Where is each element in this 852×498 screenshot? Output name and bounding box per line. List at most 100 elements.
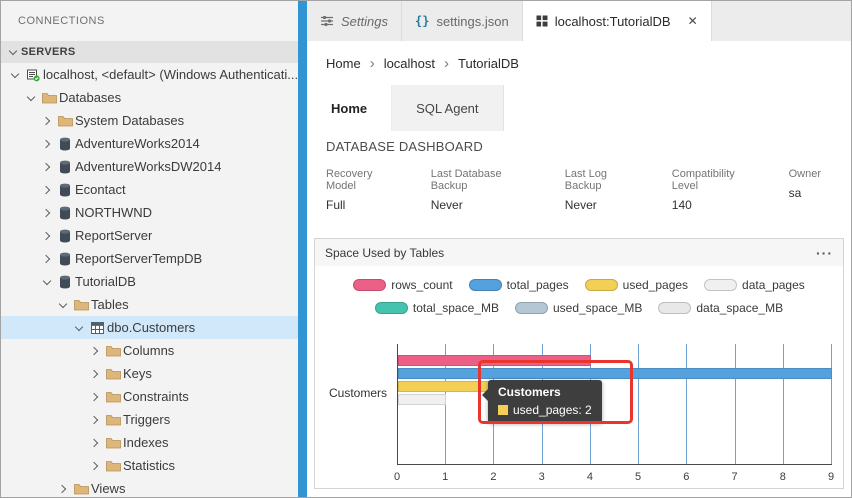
chevron-right-icon[interactable]	[87, 412, 103, 428]
tree-item-label: Statistics	[123, 458, 176, 473]
gridline	[686, 344, 688, 464]
tree-item-label: Econtact	[75, 182, 126, 197]
servers-section-header[interactable]: SERVERS	[1, 41, 298, 63]
folder-icon	[103, 460, 123, 472]
tab-localhost-tutorialdb[interactable]: localhost:TutorialDB ✕	[522, 1, 712, 41]
database-icon	[55, 206, 75, 220]
tree-item-reportserver[interactable]: ReportServer	[1, 224, 298, 247]
tree-item-label: localhost, <default> (Windows Authentica…	[43, 67, 298, 82]
chevron-down-icon[interactable]	[39, 274, 55, 290]
dashboard-icon	[536, 15, 548, 27]
legend-swatch	[514, 302, 548, 314]
tree-item-statistics[interactable]: Statistics	[1, 454, 298, 477]
folder-icon	[55, 115, 75, 127]
folder-icon	[103, 437, 123, 449]
chevron-down-icon[interactable]	[7, 67, 23, 83]
chevron-right-icon[interactable]	[39, 182, 55, 198]
tree-item-indexes[interactable]: Indexes	[1, 431, 298, 454]
chevron-right-icon[interactable]	[39, 251, 55, 267]
tree-item-constraints[interactable]: Constraints	[1, 385, 298, 408]
tree-item-system-databases[interactable]: System Databases	[1, 109, 298, 132]
tree-item-label: Tables	[91, 297, 129, 312]
chevron-right-icon: ›	[444, 54, 449, 72]
close-tab-icon[interactable]: ✕	[688, 14, 698, 28]
tree-item-localhost-default-windows-authenticati[interactable]: localhost, <default> (Windows Authentica…	[1, 63, 298, 86]
chevron-right-icon[interactable]	[39, 228, 55, 244]
chevron-right-icon[interactable]	[87, 435, 103, 451]
property-label: Compatibility Level	[671, 168, 735, 192]
folder-icon	[103, 345, 123, 357]
property-value: Full	[326, 198, 346, 212]
legend-item-used-space-mb: used_space_MB	[514, 301, 642, 315]
chevron-down-icon[interactable]	[71, 320, 87, 336]
chevron-right-icon[interactable]	[87, 389, 103, 405]
tree-item-columns[interactable]: Columns	[1, 339, 298, 362]
database-icon	[55, 183, 75, 197]
tab-label: Settings	[341, 13, 388, 29]
folder-icon	[71, 483, 91, 495]
chevron-down-icon[interactable]	[23, 90, 39, 106]
tab-sql-agent[interactable]: SQL Agent	[392, 85, 504, 131]
property-label: Last Log Backup	[564, 168, 607, 192]
x-tick-label: 3	[538, 471, 545, 483]
tree-item-label: Columns	[123, 343, 175, 358]
legend-row-2: total_space_MB used_space_MB data_space_MB	[315, 301, 843, 315]
tree-item-adventureworks2014[interactable]: AdventureWorks2014	[1, 132, 298, 155]
property-value: sa	[788, 186, 802, 200]
x-tick-label: 2	[490, 471, 497, 483]
tab-home[interactable]: Home	[307, 85, 393, 131]
breadcrumb-localhost[interactable]: localhost	[384, 56, 435, 71]
database-icon	[55, 137, 75, 151]
settings-sliders-icon	[320, 15, 334, 27]
tree-item-triggers[interactable]: Triggers	[1, 408, 298, 431]
tree-item-label: ReportServerTempDB	[75, 251, 203, 266]
chevron-right-icon[interactable]	[87, 343, 103, 359]
chevron-right-icon[interactable]	[39, 159, 55, 175]
tree-item-dbo-customers[interactable]: dbo.Customers	[1, 316, 298, 339]
tree-item-reportservertempdb[interactable]: ReportServerTempDB	[1, 247, 298, 270]
tree-item-keys[interactable]: Keys	[1, 362, 298, 385]
chevron-down-icon[interactable]	[55, 297, 71, 313]
chevron-right-icon[interactable]	[87, 458, 103, 474]
tab-home-label: Home	[331, 100, 368, 116]
tree-item-tables[interactable]: Tables	[1, 293, 298, 316]
tab-settings[interactable]: Settings	[307, 1, 402, 41]
tree-item-views[interactable]: Views	[1, 477, 298, 497]
tab-sql-agent-label: SQL Agent	[416, 100, 479, 116]
chevron-down-icon	[5, 44, 21, 60]
x-tick-label: 0	[393, 471, 401, 483]
property-label: Recovery Model	[326, 168, 373, 192]
tree-item-adventureworksdw2014[interactable]: AdventureWorksDW2014	[1, 155, 298, 178]
chevron-right-icon[interactable]	[55, 481, 71, 497]
tree-item-label: Keys	[123, 366, 152, 381]
database-icon	[55, 160, 75, 174]
app-window: CONNECTIONS SERVERS localhost, <default>…	[0, 0, 852, 498]
tab-settings-json[interactable]: {} settings.json	[402, 1, 523, 41]
breadcrumb-tutorialdb[interactable]: TutorialDB	[458, 56, 519, 71]
legend-swatch	[704, 279, 738, 291]
folder-icon	[71, 299, 91, 311]
tree-item-northwnd[interactable]: NORTHWND	[1, 201, 298, 224]
tree-item-tutorialdb[interactable]: TutorialDB	[1, 270, 298, 293]
database-icon	[55, 275, 75, 289]
bar-data-pages[interactable]	[398, 394, 446, 405]
chevron-right-icon[interactable]	[87, 366, 103, 382]
x-tick-label: 7	[731, 471, 738, 483]
gridline	[831, 344, 832, 464]
tree-item-label: dbo.Customers	[107, 320, 196, 335]
dashboard-tabs: Home SQL Agent	[307, 85, 851, 131]
widget-title: Space Used by Tables	[325, 245, 445, 260]
tree-item-econtact[interactable]: Econtact	[1, 178, 298, 201]
tree-item-label: Databases	[59, 90, 122, 105]
chevron-right-icon[interactable]	[39, 136, 55, 152]
tab-label: localhost:TutorialDB	[554, 13, 671, 29]
chevron-right-icon[interactable]	[39, 205, 55, 221]
chevron-right-icon[interactable]	[39, 113, 55, 129]
breadcrumb-home[interactable]: Home	[326, 56, 361, 71]
connections-panel-title: CONNECTIONS	[18, 15, 105, 27]
property-value: 140	[671, 198, 692, 212]
tree-item-databases[interactable]: Databases	[1, 86, 298, 109]
property-compatibility-level: Compatibility Level 140	[672, 168, 759, 212]
widget-menu-button[interactable]: ···	[816, 245, 833, 261]
sidebar-scrollbar[interactable]	[298, 1, 307, 497]
